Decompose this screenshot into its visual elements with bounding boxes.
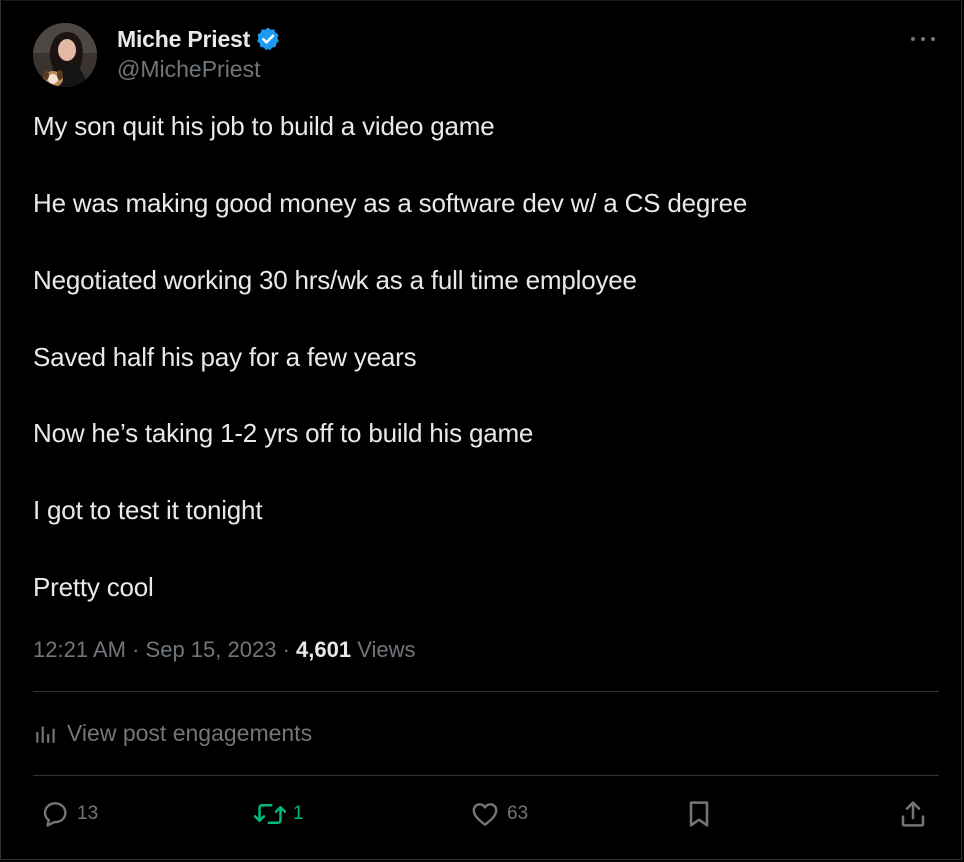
tweet-line: Saved half his pay for a few years <box>33 342 417 372</box>
tweet-line: Now he’s taking 1-2 yrs off to build his… <box>33 418 534 448</box>
more-button[interactable] <box>905 27 941 51</box>
author-handle[interactable]: @MichePriest <box>117 56 261 83</box>
tweet-meta: 12:21 AM · Sep 15, 2023 · 4,601 Views <box>33 635 416 665</box>
action-bar: 13 1 63 <box>33 793 933 835</box>
author-name[interactable]: Miche Priest <box>117 26 250 53</box>
divider <box>33 691 939 692</box>
tweet-card: Miche Priest @MichePriest My son quit hi… <box>0 0 962 860</box>
tweet-date[interactable]: Sep 15, 2023 <box>146 637 277 662</box>
view-engagements-label: View post engagements <box>67 719 313 746</box>
author-name-row[interactable]: Miche Priest <box>117 23 281 55</box>
share-button[interactable] <box>897 793 929 835</box>
views-count: 4,601 <box>296 637 352 662</box>
reply-count: 13 <box>77 803 99 824</box>
avatar[interactable] <box>33 23 97 87</box>
like-count: 63 <box>507 803 529 824</box>
tweet-line: Negotiated working 30 hrs/wk as a full t… <box>33 265 637 295</box>
views-label: Views <box>357 637 416 662</box>
verified-badge-icon <box>255 26 281 52</box>
share-upload-icon <box>901 801 925 827</box>
bookmark-icon <box>689 801 709 827</box>
tweet-line: He was making good money as a software d… <box>33 188 748 218</box>
reply-button[interactable]: 13 <box>39 793 98 835</box>
repost-button[interactable]: 1 <box>253 793 304 835</box>
tweet-time[interactable]: 12:21 AM <box>33 637 126 662</box>
divider <box>33 775 939 776</box>
reply-bubble-icon <box>43 802 67 827</box>
like-button[interactable]: 63 <box>469 793 528 835</box>
view-engagements-link[interactable]: View post engagements <box>33 717 312 749</box>
avatar-image <box>33 23 97 87</box>
tweet-line: My son quit his job to build a video gam… <box>33 111 495 141</box>
meta-separator: · <box>132 637 146 662</box>
tweet-line: Pretty cool <box>33 572 154 602</box>
repost-count: 1 <box>293 803 304 824</box>
more-horizontal-icon <box>911 37 935 41</box>
bar-chart-icon <box>36 726 55 743</box>
tweet-line: I got to test it tonight <box>33 495 263 525</box>
repost-arrows-icon <box>253 803 287 825</box>
heart-icon <box>472 803 498 826</box>
meta-separator: · <box>282 637 297 662</box>
bookmark-button[interactable] <box>683 793 715 835</box>
